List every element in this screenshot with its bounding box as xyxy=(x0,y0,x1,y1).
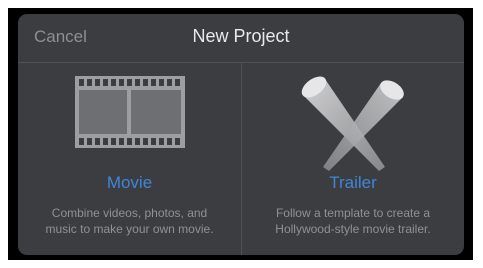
sprocket-hole xyxy=(118,79,124,86)
sprocket-hole xyxy=(86,138,92,145)
sprocket-hole xyxy=(102,138,108,145)
sprocket-hole xyxy=(126,79,132,86)
dialog-header: Cancel New Project xyxy=(18,14,464,62)
sprocket-hole xyxy=(158,79,164,86)
spotlights-icon xyxy=(242,75,464,175)
sprocket-hole xyxy=(174,138,180,145)
sprocket-hole xyxy=(142,79,148,86)
movie-label: Movie xyxy=(106,173,153,192)
sprocket-hole xyxy=(174,79,180,86)
sprocket-hole xyxy=(126,138,132,145)
sprocket-hole xyxy=(110,138,116,145)
trailer-description: Follow a template to create a Hollywood-… xyxy=(248,205,458,237)
sprocket-hole xyxy=(166,138,172,145)
new-project-dialog: Cancel New Project Movie Combine videos,… xyxy=(18,14,464,255)
sprocket-hole xyxy=(78,138,84,145)
trailer-description-line-1: Follow a template to create a xyxy=(275,206,431,220)
film-strip-icon xyxy=(18,75,241,175)
movie-option[interactable]: Movie Combine videos, photos, and music … xyxy=(18,63,241,255)
sprocket-hole xyxy=(134,138,140,145)
dialog-title: New Project xyxy=(192,26,290,46)
movie-description-line-2: music to make your own movie. xyxy=(45,222,214,236)
sprocket-hole xyxy=(158,138,164,145)
movie-description-line-1: Combine videos, photos, and xyxy=(51,206,208,220)
sprocket-hole xyxy=(86,79,92,86)
sprocket-hole xyxy=(102,79,108,86)
sprocket-hole xyxy=(142,138,148,145)
trailer-description-line-2: Hollywood-style movie trailer. xyxy=(275,222,431,236)
sprocket-hole xyxy=(134,79,140,86)
trailer-label: Trailer xyxy=(329,173,377,192)
trailer-option[interactable]: Trailer Follow a template to create a Ho… xyxy=(242,63,464,255)
sprocket-hole xyxy=(150,79,156,86)
sprocket-hole xyxy=(94,138,100,145)
movie-description: Combine videos, photos, and music to mak… xyxy=(24,205,235,237)
sprocket-hole xyxy=(166,79,172,86)
sprocket-hole xyxy=(118,138,124,145)
sprocket-hole xyxy=(110,79,116,86)
sprocket-hole xyxy=(150,138,156,145)
sprocket-hole xyxy=(78,79,84,86)
sprocket-hole xyxy=(94,79,100,86)
